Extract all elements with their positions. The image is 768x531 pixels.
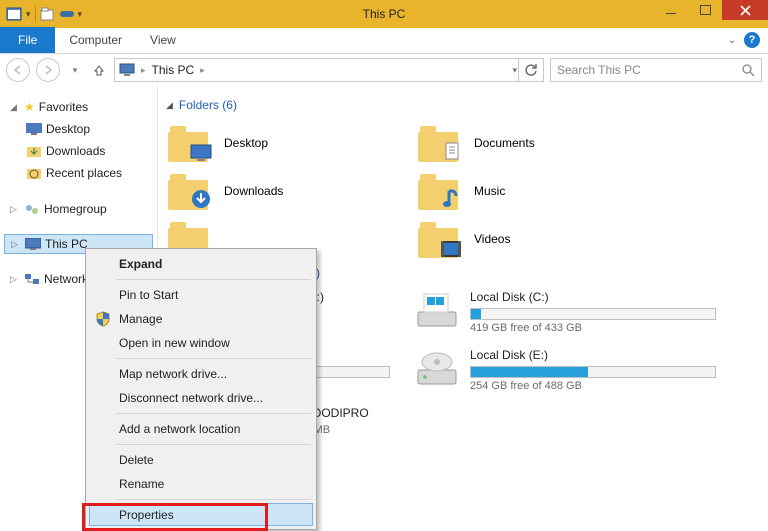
title-bar: ▾ ▾ This PC: [0, 0, 768, 28]
tree-favorites[interactable]: ◢ ★ Favorites: [4, 96, 153, 118]
close-button[interactable]: [722, 0, 768, 20]
menu-separator: [117, 499, 311, 500]
star-icon: ★: [24, 100, 35, 114]
maximize-button[interactable]: [688, 0, 722, 20]
ctx-expand[interactable]: Expand: [89, 252, 313, 276]
ctx-open-new-window[interactable]: Open in new window: [89, 331, 313, 355]
address-dropdown-icon[interactable]: ▾: [512, 65, 517, 76]
menu-separator: [117, 444, 311, 445]
search-input[interactable]: Search This PC: [550, 58, 762, 82]
expand-icon[interactable]: ▷: [11, 239, 21, 250]
window-title: This PC: [363, 7, 406, 21]
expand-icon[interactable]: ▷: [10, 274, 20, 285]
ctx-manage[interactable]: Manage: [89, 307, 313, 331]
tab-computer[interactable]: Computer: [55, 27, 136, 53]
os-drive-icon: [416, 290, 460, 330]
folder-icon: [416, 172, 462, 210]
folder-label: Documents: [474, 136, 535, 150]
quick-access-toolbar: ▾ ▾: [0, 4, 88, 24]
folder-documents[interactable]: Documents: [416, 122, 656, 164]
folder-label: Videos: [474, 232, 510, 246]
folder-music[interactable]: Music: [416, 170, 656, 212]
drive-local-e[interactable]: Local Disk (E:) 254 GB free of 488 GB: [416, 348, 716, 392]
folder-icon: [166, 124, 212, 162]
refresh-button[interactable]: [518, 58, 544, 82]
breadcrumb-thispc[interactable]: This PC: [152, 63, 195, 77]
search-icon: [741, 63, 755, 77]
folder-downloads[interactable]: Downloads: [166, 170, 406, 212]
shield-icon: [95, 311, 111, 327]
thispc-icon: [25, 238, 41, 250]
qat-custom-dropdown-icon[interactable]: ▾: [78, 9, 83, 20]
folders-group-header[interactable]: ◢ Folders (6): [166, 98, 760, 112]
undo-qat-icon[interactable]: [60, 7, 74, 21]
tree-downloads[interactable]: Downloads: [4, 140, 153, 162]
tree-desktop[interactable]: Desktop: [4, 118, 153, 140]
recent-locations-dropdown[interactable]: ▾: [66, 58, 84, 82]
folder-label: Music: [474, 184, 505, 198]
folder-icon: [416, 124, 462, 162]
help-icon[interactable]: ?: [744, 32, 760, 48]
downloads-icon: [26, 144, 42, 158]
tab-view[interactable]: View: [136, 27, 190, 53]
menu-separator: [117, 358, 311, 359]
menu-separator: [117, 279, 311, 280]
properties-qat-icon[interactable]: [6, 7, 22, 21]
new-folder-qat-icon[interactable]: [40, 6, 56, 22]
address-bar[interactable]: ▸ This PC ▸ ▾: [114, 58, 544, 82]
qat-dropdown-icon[interactable]: ▾: [26, 9, 31, 20]
folder-icon: [166, 172, 212, 210]
expand-icon[interactable]: ▷: [10, 204, 20, 215]
capacity-bar: [470, 366, 716, 378]
collapse-icon[interactable]: ◢: [166, 100, 173, 111]
network-icon: [24, 272, 40, 286]
thispc-icon: [119, 63, 135, 77]
folder-label: Desktop: [224, 136, 268, 150]
forward-button[interactable]: [36, 58, 60, 82]
context-menu: Expand Pin to Start Manage Open in new w…: [85, 248, 317, 530]
ctx-disconnect-network-drive[interactable]: Disconnect network drive...: [89, 386, 313, 410]
search-placeholder: Search This PC: [557, 63, 641, 77]
up-button[interactable]: [90, 61, 108, 79]
collapse-icon[interactable]: ◢: [10, 102, 20, 113]
recent-icon: [26, 166, 42, 180]
hdd-icon: [416, 348, 460, 388]
tree-recent-places[interactable]: Recent places: [4, 162, 153, 184]
folder-videos[interactable]: Videos: [416, 218, 656, 260]
capacity-bar: [470, 308, 716, 320]
ribbon-expand-icon[interactable]: ⌄: [728, 35, 736, 46]
ctx-properties[interactable]: Properties: [89, 503, 313, 526]
minimize-button[interactable]: [654, 0, 688, 20]
ctx-rename[interactable]: Rename: [89, 472, 313, 496]
ctx-delete[interactable]: Delete: [89, 448, 313, 472]
ctx-pin-to-start[interactable]: Pin to Start: [89, 283, 313, 307]
menu-separator: [117, 413, 311, 414]
back-button[interactable]: [6, 58, 30, 82]
folder-label: Downloads: [224, 184, 283, 198]
ctx-map-network-drive[interactable]: Map network drive...: [89, 362, 313, 386]
desktop-icon: [26, 123, 42, 135]
navigation-bar: ▾ ▸ This PC ▸ ▾ Search This PC: [0, 54, 768, 86]
chevron-right-icon[interactable]: ▸: [200, 65, 205, 76]
tree-homegroup[interactable]: ▷ Homegroup: [4, 198, 153, 220]
ribbon-tabs: File Computer View ⌄ ?: [0, 28, 768, 54]
drive-local-c[interactable]: Local Disk (C:) 419 GB free of 433 GB: [416, 290, 716, 334]
drives-group-header[interactable]: s (5): [296, 266, 760, 280]
folder-icon: [416, 220, 462, 258]
chevron-right-icon[interactable]: ▸: [141, 65, 146, 76]
file-tab[interactable]: File: [0, 27, 55, 53]
ctx-add-network-location[interactable]: Add a network location: [89, 417, 313, 441]
homegroup-icon: [24, 202, 40, 216]
folder-desktop[interactable]: Desktop: [166, 122, 406, 164]
